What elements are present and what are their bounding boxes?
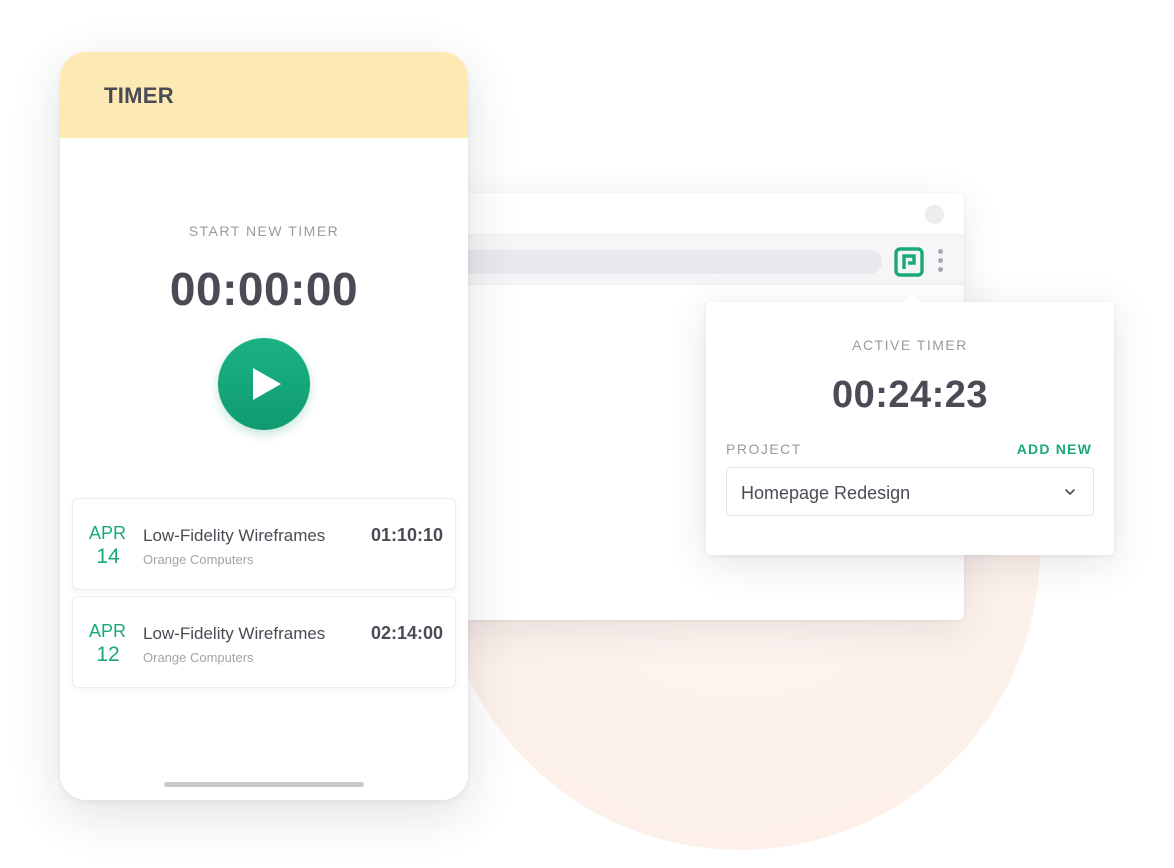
entry-client: Orange Computers bbox=[143, 650, 254, 665]
start-timer-button[interactable] bbox=[218, 338, 310, 430]
phone-timer-app: TIMER START NEW TIMER 00:00:00 APR 14 Lo… bbox=[60, 52, 468, 800]
entry-month: APR bbox=[89, 523, 127, 543]
browser-title-bar bbox=[430, 193, 964, 235]
address-bar[interactable] bbox=[430, 250, 882, 274]
active-timer-label: ACTIVE TIMER bbox=[852, 337, 968, 353]
timer-extension-icon[interactable] bbox=[894, 247, 924, 277]
project-select[interactable]: Homepage Redesign bbox=[726, 467, 1094, 516]
chevron-down-icon bbox=[1065, 489, 1075, 495]
phone-header: TIMER bbox=[60, 52, 468, 138]
play-icon bbox=[253, 368, 281, 400]
start-new-timer-label: START NEW TIMER bbox=[188, 223, 340, 239]
time-entry-row[interactable]: APR 12 Low-Fidelity Wireframes Orange Co… bbox=[72, 596, 456, 688]
home-indicator[interactable] bbox=[164, 782, 364, 787]
browser-toolbar bbox=[430, 235, 964, 285]
project-label: PROJECT bbox=[726, 441, 802, 457]
entry-duration: 02:14:00 bbox=[370, 623, 443, 643]
window-control-dot[interactable] bbox=[925, 205, 944, 224]
time-entry-row[interactable]: APR 14 Low-Fidelity Wireframes Orange Co… bbox=[72, 498, 456, 590]
entry-month: APR bbox=[89, 621, 127, 641]
active-timer-popup: ACTIVE TIMER 00:24:23 PROJECT ADD NEW Ho… bbox=[706, 293, 1114, 555]
entry-title: Low-Fidelity Wireframes bbox=[143, 624, 326, 643]
entry-day: 14 bbox=[96, 545, 120, 568]
new-timer-time: 00:00:00 bbox=[169, 263, 359, 315]
entry-duration: 01:10:10 bbox=[370, 525, 443, 545]
entry-client: Orange Computers bbox=[143, 552, 254, 567]
page-title: TIMER bbox=[104, 83, 174, 108]
add-new-project-link[interactable]: ADD NEW bbox=[1017, 441, 1092, 457]
project-select-value: Homepage Redesign bbox=[741, 483, 911, 503]
entry-day: 12 bbox=[96, 643, 120, 666]
popup-caret bbox=[903, 293, 921, 302]
more-options-icon[interactable] bbox=[936, 249, 944, 275]
active-timer-time: 00:24:23 bbox=[831, 374, 989, 416]
entry-title: Low-Fidelity Wireframes bbox=[143, 526, 326, 545]
